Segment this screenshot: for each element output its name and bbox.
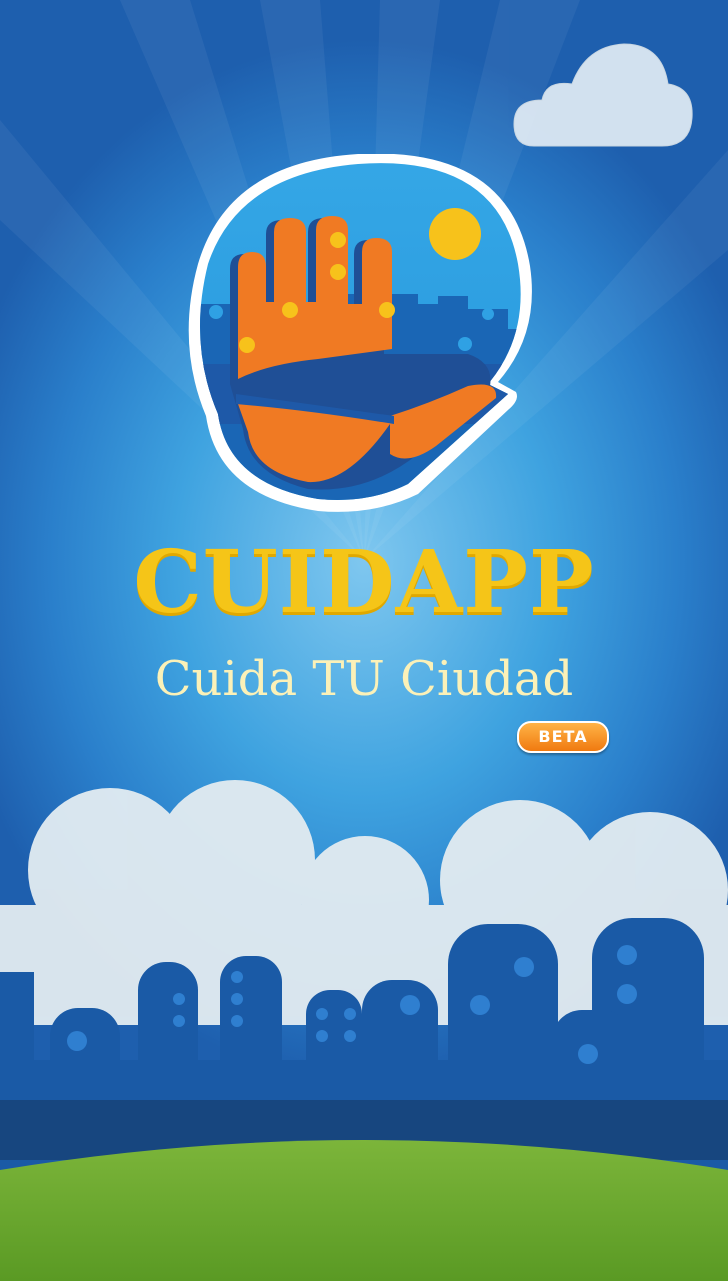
splash-screen: CUIDAPP Cuida TU Ciudad BETA (0, 0, 728, 1281)
grass-hill (0, 1140, 728, 1281)
city-scenery (0, 780, 728, 1281)
